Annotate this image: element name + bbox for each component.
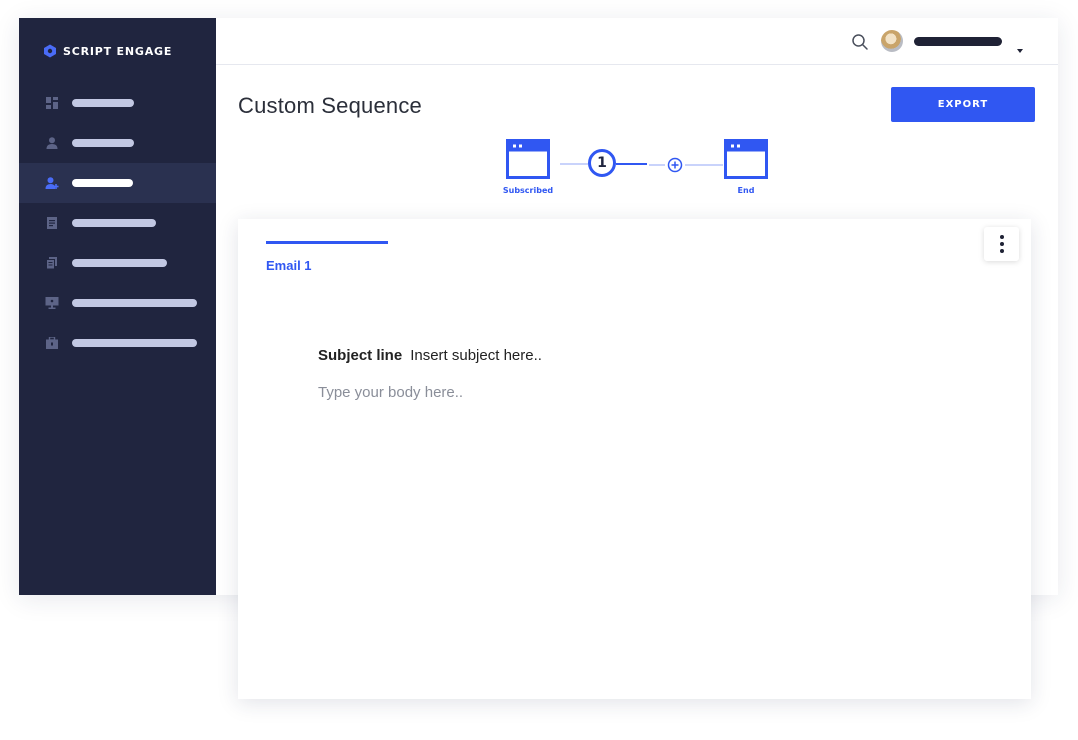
- add-step-icon[interactable]: [667, 157, 683, 173]
- tab-email-1[interactable]: Email 1: [266, 241, 388, 273]
- user-icon: [45, 137, 59, 149]
- monitor-icon: [45, 297, 59, 309]
- connector-line: [560, 163, 588, 165]
- sidebar-item-label-placeholder: [72, 99, 134, 107]
- brand-name: SCRIPT ENGAGE: [63, 44, 173, 58]
- sidebar-item-label-placeholder: [72, 219, 156, 227]
- briefcase-icon: [45, 337, 59, 349]
- end-node[interactable]: [724, 139, 768, 179]
- avatar[interactable]: [881, 30, 903, 52]
- connector-line: [685, 164, 723, 166]
- copy-icon: [45, 257, 59, 269]
- sidebar-item-label-placeholder: [72, 299, 197, 307]
- hexagon-logo-icon: [43, 44, 57, 58]
- document-icon: [45, 217, 59, 229]
- dashboard-icon: [45, 97, 59, 109]
- sidebar-item-presentations[interactable]: [19, 283, 216, 323]
- sidebar-item-sequences[interactable]: [19, 163, 216, 203]
- sidebar-item-label-placeholder: [72, 259, 167, 267]
- browser-window-icon: [724, 139, 768, 179]
- caret-down-icon[interactable]: [1016, 39, 1024, 53]
- sidebar-item-documents[interactable]: [19, 203, 216, 243]
- top-bar: [216, 18, 1058, 65]
- body-input[interactable]: [318, 384, 918, 444]
- subscribed-node[interactable]: [506, 139, 550, 179]
- sidebar-item-label-placeholder: [72, 139, 134, 147]
- subject-input[interactable]: [410, 347, 731, 364]
- end-label: End: [737, 186, 755, 195]
- subscribed-label: Subscribed: [502, 186, 554, 195]
- subject-label: Subject line: [318, 347, 403, 364]
- more-vertical-icon: [999, 235, 1004, 239]
- sidebar-item-templates[interactable]: [19, 243, 216, 283]
- browser-window-icon: [506, 139, 550, 179]
- subject-row: Subject line: [318, 347, 731, 364]
- sidebar-item-contacts[interactable]: [19, 123, 216, 163]
- sidebar-item-label-placeholder: [72, 339, 197, 347]
- email-editor-card: Email 1 Subject line: [238, 219, 1031, 699]
- sidebar-item-offers[interactable]: [19, 323, 216, 363]
- sidebar: SCRIPT ENGAGE: [19, 18, 216, 595]
- step-1-node[interactable]: 1: [588, 149, 616, 177]
- sidebar-nav: [19, 83, 216, 363]
- user-name-placeholder[interactable]: [914, 37, 1002, 46]
- connector-line-active: [616, 163, 647, 165]
- sidebar-item-label-placeholder: [72, 179, 133, 187]
- brand[interactable]: SCRIPT ENGAGE: [43, 44, 172, 58]
- search-icon[interactable]: [851, 33, 869, 51]
- connector-line: [649, 164, 665, 166]
- page-title: Custom Sequence: [238, 93, 422, 118]
- more-options-button[interactable]: [984, 227, 1019, 261]
- sidebar-item-dashboard[interactable]: [19, 83, 216, 123]
- add-user-icon: [45, 177, 59, 189]
- export-button[interactable]: EXPORT: [891, 87, 1035, 122]
